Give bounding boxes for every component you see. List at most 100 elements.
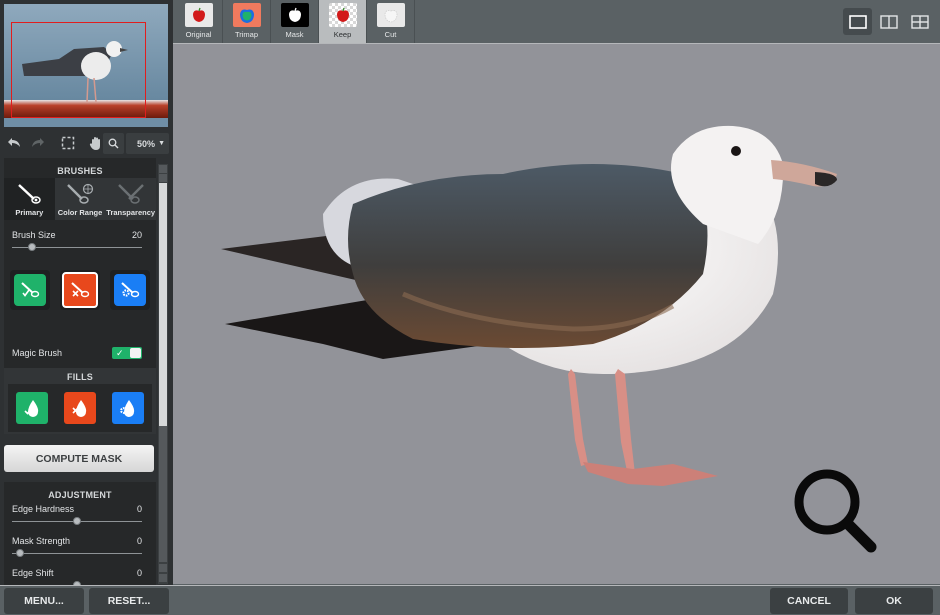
tab-color-range[interactable]: Color Range: [55, 178, 106, 220]
brush-type-tabs: Primary Color Range Transparency: [4, 178, 156, 220]
mask-strength-label: Mask Strength: [12, 536, 71, 546]
brush-mode-buttons: [10, 270, 150, 310]
single-view-button[interactable]: [843, 8, 872, 35]
edge-shift-value: 0: [136, 568, 142, 578]
scroll-track-cap: [159, 174, 167, 182]
auto-fill-button[interactable]: [112, 392, 144, 424]
magic-brush-label: Magic Brush: [12, 348, 63, 358]
edge-hardness-label: Edge Hardness: [12, 504, 75, 514]
tab-cut[interactable]: Cut: [367, 0, 415, 43]
edge-shift-slider-row: Edge Shift 0: [12, 568, 142, 585]
menu-button[interactable]: MENU...: [4, 588, 84, 614]
tab-primary-label: Primary: [15, 208, 44, 217]
two-pane-icon: [879, 14, 898, 29]
tab-transparency-label: Transparency: [106, 208, 156, 217]
zoom-cursor-magnifier-icon: [794, 469, 877, 553]
zoom-tool-button[interactable]: [103, 133, 124, 154]
mask-strength-slider[interactable]: [12, 547, 142, 559]
ok-button[interactable]: OK: [855, 588, 933, 614]
checkmark-icon: ✓: [116, 348, 124, 358]
keep-brush-button[interactable]: [10, 270, 50, 310]
primary-brush-icon: [18, 184, 42, 204]
zoom-level-dropdown[interactable]: 50% ▼: [126, 133, 169, 154]
cancel-button[interactable]: CANCEL: [770, 588, 848, 614]
mask-strength-slider-row: Mask Strength 0: [12, 536, 142, 559]
brush-size-label: Brush Size: [12, 230, 56, 240]
keep-brush-icon: [21, 282, 40, 298]
brushes-section: BRUSHES Primary Color Range Transparency: [4, 158, 156, 368]
transparency-brush-icon: [117, 184, 144, 204]
tab-color-range-label: Color Range: [57, 208, 103, 217]
scrollbar-thumb[interactable]: [159, 183, 167, 426]
adjustment-title: ADJUSTMENT: [48, 490, 112, 500]
quad-view-button[interactable]: [905, 8, 934, 35]
four-pane-icon: [910, 14, 929, 29]
brush-size-value: 20: [131, 230, 142, 240]
compute-mask-button[interactable]: COMPUTE MASK: [4, 445, 154, 472]
navigation-toolbar: 50% ▼: [0, 130, 173, 156]
redo-icon[interactable]: [26, 131, 50, 155]
edge-hardness-slider[interactable]: [12, 515, 142, 527]
magic-brush-row: Magic Brush ✓: [12, 347, 142, 359]
remove-brush-button[interactable]: [60, 270, 100, 310]
mask-apple-icon: [280, 3, 309, 27]
tool-options-scroll-area: BRUSHES Primary Color Range Transparency: [0, 158, 158, 585]
tab-cut-label: Cut: [384, 30, 397, 39]
image-canvas[interactable]: [173, 43, 940, 584]
zoom-level-value: 50%: [137, 138, 156, 149]
tab-transparency[interactable]: Transparency: [105, 178, 156, 220]
chevron-down-icon: ▼: [158, 140, 165, 147]
scroll-track-cap-bottom: [159, 564, 167, 572]
trimap-apple-icon: [232, 3, 261, 27]
remove-brush-icon: [71, 282, 90, 298]
remove-fill-drop-icon: [72, 400, 87, 417]
scrollbar-track[interactable]: [159, 426, 167, 562]
single-pane-icon: [848, 14, 867, 29]
tab-mask[interactable]: Mask: [271, 0, 319, 43]
view-mode-tabs: Original Trimap Mask Keep Cut: [175, 0, 415, 43]
magic-brush-toggle[interactable]: ✓: [112, 347, 142, 359]
adjustment-section: ADJUSTMENT Edge Hardness 0 Mask Strength…: [4, 482, 156, 585]
tab-original-label: Original: [185, 30, 212, 39]
scroll-down-arrow[interactable]: [159, 574, 167, 582]
color-range-brush-icon: [67, 183, 94, 204]
auto-brush-gear-icon: [121, 282, 140, 298]
keep-fill-drop-icon: [24, 400, 39, 417]
mask-strength-slider-knob[interactable]: [15, 549, 24, 557]
mask-strength-value: 0: [136, 536, 142, 546]
scroll-up-arrow[interactable]: [159, 165, 167, 173]
fills-section: FILLS: [4, 368, 156, 434]
marquee-select-icon[interactable]: [56, 131, 80, 155]
brush-size-slider-row: Brush Size 20: [12, 230, 142, 253]
auto-fill-gear-drop-icon: [120, 400, 135, 417]
magnifier-icon: [108, 138, 119, 149]
mask-editor-window: 50% ▼ BRUSHES Primary Color Range Transp…: [0, 0, 940, 615]
undo-icon[interactable]: [2, 131, 26, 155]
tab-original[interactable]: Original: [175, 0, 223, 43]
tab-primary[interactable]: Primary: [4, 178, 55, 220]
panel-scrollbar[interactable]: [158, 164, 168, 584]
original-apple-icon: [184, 3, 213, 27]
tab-keep-label: Keep: [333, 30, 352, 39]
navigator-preview[interactable]: [4, 4, 168, 127]
tab-mask-label: Mask: [285, 30, 304, 39]
split-view-button[interactable]: [874, 8, 903, 35]
edge-hardness-slider-knob[interactable]: [73, 517, 81, 525]
tab-keep[interactable]: Keep: [319, 0, 367, 43]
reset-button[interactable]: RESET...: [89, 588, 169, 614]
viewport-frame[interactable]: [11, 22, 146, 118]
edge-shift-label: Edge Shift: [12, 568, 54, 578]
cut-apple-icon: [376, 3, 405, 27]
tab-trimap-label: Trimap: [234, 30, 259, 39]
left-panel: 50% ▼ BRUSHES Primary Color Range Transp…: [0, 0, 173, 585]
layout-buttons: [843, 8, 934, 35]
brush-size-slider[interactable]: [12, 241, 142, 253]
tab-trimap[interactable]: Trimap: [223, 0, 271, 43]
keep-apple-icon: [328, 3, 357, 27]
bottom-action-bar: MENU... RESET... CANCEL OK: [0, 585, 940, 615]
edge-hardness-value: 0: [136, 504, 142, 514]
auto-brush-button[interactable]: [110, 270, 150, 310]
remove-fill-button[interactable]: [64, 392, 96, 424]
brush-size-slider-knob[interactable]: [27, 243, 36, 251]
keep-fill-button[interactable]: [16, 392, 48, 424]
